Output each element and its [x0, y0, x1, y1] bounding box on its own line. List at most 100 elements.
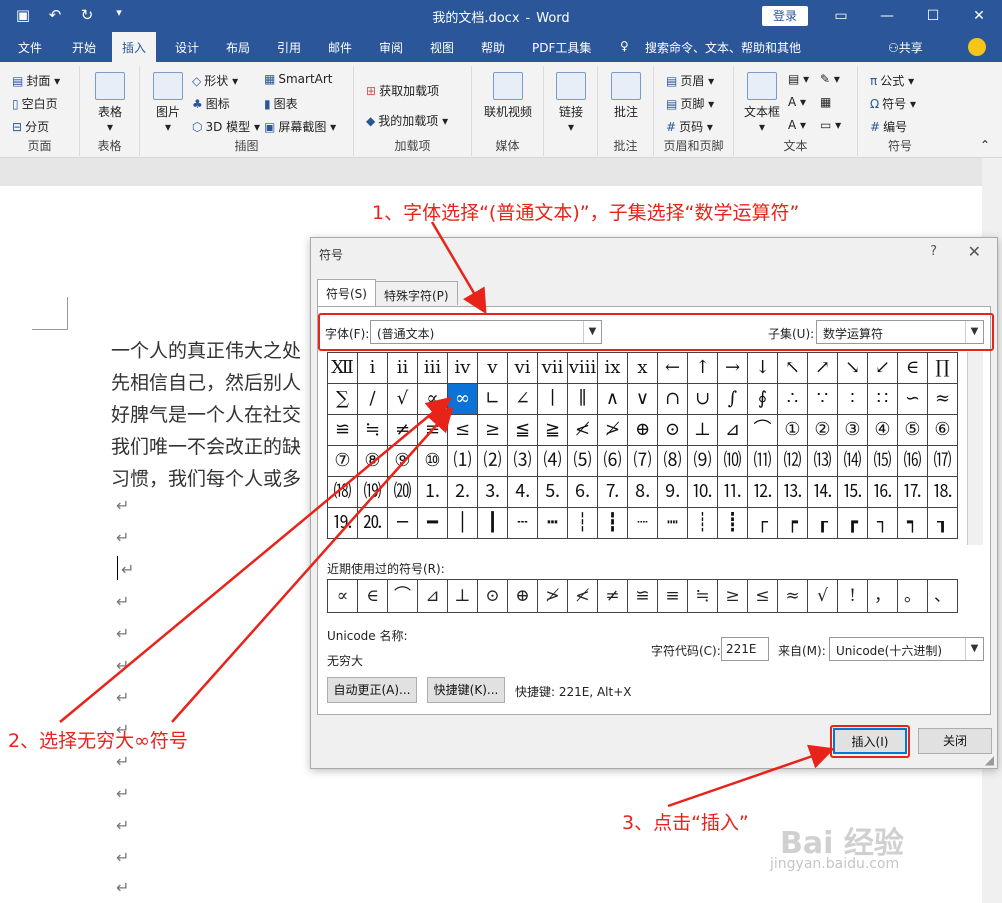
- symbol-cell[interactable]: ⑿: [778, 446, 808, 477]
- recent-symbol-cell[interactable]: ≥: [718, 580, 748, 612]
- close-icon[interactable]: ✕: [968, 242, 981, 261]
- symbol-cell[interactable]: ⒋: [508, 477, 538, 508]
- symbol-button[interactable]: Ω 符号 ▾: [870, 95, 916, 112]
- symbol-cell[interactable]: ∣: [538, 384, 568, 415]
- symbol-cell[interactable]: ⒈: [418, 477, 448, 508]
- smartart-button[interactable]: ▦ SmartArt: [264, 72, 333, 86]
- symbol-cell[interactable]: ┆: [568, 508, 598, 539]
- recent-symbol-cell[interactable]: ≒: [688, 580, 718, 612]
- symbol-cell[interactable]: ∶: [838, 384, 868, 415]
- autocorrect-button[interactable]: 自动更正(A)...: [327, 677, 417, 703]
- wordart-icon[interactable]: A ▾: [788, 95, 806, 109]
- tab-review[interactable]: 审阅: [379, 39, 403, 56]
- recent-symbol-cell[interactable]: ⊙: [478, 580, 508, 612]
- symbol-cell[interactable]: ⅵ: [508, 353, 538, 384]
- symbol-cell[interactable]: ⒛: [358, 508, 388, 539]
- comment-button[interactable]: 批注: [608, 72, 644, 120]
- header-button[interactable]: ▤ 页眉 ▾: [666, 72, 714, 89]
- symbol-cell[interactable]: ≠: [388, 415, 418, 446]
- symbol-cell[interactable]: ⊙: [658, 415, 688, 446]
- icons-button[interactable]: ♣ 图标: [192, 95, 230, 112]
- screenshot-button[interactable]: ▣ 屏幕截图 ▾: [264, 118, 336, 135]
- symbol-cell[interactable]: ⑶: [508, 446, 538, 477]
- symbol-cell[interactable]: ⒐: [658, 477, 688, 508]
- resize-grip-icon[interactable]: ◢: [985, 753, 994, 767]
- numbering-button[interactable]: # 编号: [870, 118, 907, 135]
- symbol-cell[interactable]: →: [718, 353, 748, 384]
- close-window-icon[interactable]: ✕: [956, 0, 1002, 32]
- symbol-cell[interactable]: ⒑: [688, 477, 718, 508]
- recent-symbol-cell[interactable]: ≌: [628, 580, 658, 612]
- symbol-cell[interactable]: ⒚: [328, 508, 358, 539]
- symbol-cell[interactable]: ⊥: [688, 415, 718, 446]
- symbol-cell[interactable]: ⑹: [598, 446, 628, 477]
- symbol-cell[interactable]: ⑥: [928, 415, 958, 446]
- minimize-icon[interactable]: —: [864, 0, 910, 32]
- symbol-cell[interactable]: ≮: [568, 415, 598, 446]
- symbol-cell[interactable]: ⒇: [388, 477, 418, 508]
- symbol-cell[interactable]: ∽: [898, 384, 928, 415]
- symbol-cell[interactable]: ∫: [718, 384, 748, 415]
- symbol-cell[interactable]: ∪: [688, 384, 718, 415]
- tab-layout[interactable]: 布局: [226, 39, 250, 56]
- symbol-cell[interactable]: Ⅻ: [328, 353, 358, 384]
- symbol-cell[interactable]: │: [448, 508, 478, 539]
- chart-button[interactable]: ▮ 图表: [264, 95, 298, 112]
- table-button[interactable]: 表格 ▾: [92, 72, 128, 134]
- symbol-cell[interactable]: ⒀: [808, 446, 838, 477]
- symbol-cell[interactable]: ④: [868, 415, 898, 446]
- symbol-cell[interactable]: ┈: [628, 508, 658, 539]
- tab-insert[interactable]: 插入: [112, 32, 157, 62]
- symbol-cell[interactable]: ⑧: [358, 446, 388, 477]
- symbol-cell[interactable]: ⒊: [478, 477, 508, 508]
- symbol-cell[interactable]: ┌: [748, 508, 778, 539]
- symbol-cell[interactable]: ∠: [508, 384, 538, 415]
- symbol-cell[interactable]: ⒆: [358, 477, 388, 508]
- symbol-cell[interactable]: ┃: [478, 508, 508, 539]
- symbol-cell[interactable]: ┐: [868, 508, 898, 539]
- online-video-button[interactable]: 联机视频: [480, 72, 536, 120]
- symbol-cell[interactable]: ≡: [418, 415, 448, 446]
- symbol-cell[interactable]: ∈: [898, 353, 928, 384]
- symbol-cell[interactable]: ⒂: [868, 446, 898, 477]
- symbol-cell[interactable]: ⑩: [418, 446, 448, 477]
- symbol-cell[interactable]: ⑻: [658, 446, 688, 477]
- share-button[interactable]: ⚇共享: [888, 39, 923, 56]
- symbol-cell[interactable]: ⑦: [328, 446, 358, 477]
- symbol-cell[interactable]: ⑵: [478, 446, 508, 477]
- symbol-cell[interactable]: ┑: [898, 508, 928, 539]
- collapse-ribbon-icon[interactable]: ⌃: [980, 138, 990, 152]
- login-button[interactable]: 登录: [762, 6, 808, 26]
- symbol-cell[interactable]: ⑼: [688, 446, 718, 477]
- recent-symbol-cell[interactable]: √: [808, 580, 838, 612]
- tab-help[interactable]: 帮助: [481, 39, 505, 56]
- recent-symbol-cell[interactable]: ≮: [568, 580, 598, 612]
- symbol-cell[interactable]: ②: [808, 415, 838, 446]
- recent-symbol-cell[interactable]: 、: [928, 580, 958, 612]
- symbol-cell[interactable]: ┒: [928, 508, 958, 539]
- drop-cap-icon[interactable]: A ▾: [788, 118, 806, 132]
- shapes-button[interactable]: ◇ 形状 ▾: [192, 72, 238, 89]
- recent-symbol-cell[interactable]: ∝: [328, 580, 358, 612]
- symbol-cell[interactable]: ↑: [688, 353, 718, 384]
- symbol-cell[interactable]: ↖: [778, 353, 808, 384]
- tab-references[interactable]: 引用: [277, 39, 301, 56]
- my-addins-button[interactable]: ◆ 我的加载项 ▾: [366, 112, 448, 129]
- symbol-cell[interactable]: ⒎: [598, 477, 628, 508]
- symbol-cell[interactable]: ⅳ: [448, 353, 478, 384]
- cover-page-button[interactable]: ▤ 封面 ▾: [12, 72, 60, 89]
- symbol-cell[interactable]: ≒: [358, 415, 388, 446]
- symbol-cell[interactable]: ↗: [808, 353, 838, 384]
- recent-symbol-cell[interactable]: !: [838, 580, 868, 612]
- tab-file[interactable]: 文件: [18, 39, 42, 56]
- symbol-cell[interactable]: ⅶ: [538, 353, 568, 384]
- quick-parts-icon[interactable]: ▤ ▾: [788, 72, 809, 86]
- symbol-cell[interactable]: ⑨: [388, 446, 418, 477]
- symbol-cell[interactable]: ∷: [868, 384, 898, 415]
- symbol-cell[interactable]: ⊿: [718, 415, 748, 446]
- date-time-icon[interactable]: ▦: [820, 95, 831, 109]
- symbol-cell[interactable]: ┊: [688, 508, 718, 539]
- symbol-cell[interactable]: ⒘: [898, 477, 928, 508]
- symbol-cell[interactable]: ⒏: [628, 477, 658, 508]
- symbol-cell[interactable]: ∥: [568, 384, 598, 415]
